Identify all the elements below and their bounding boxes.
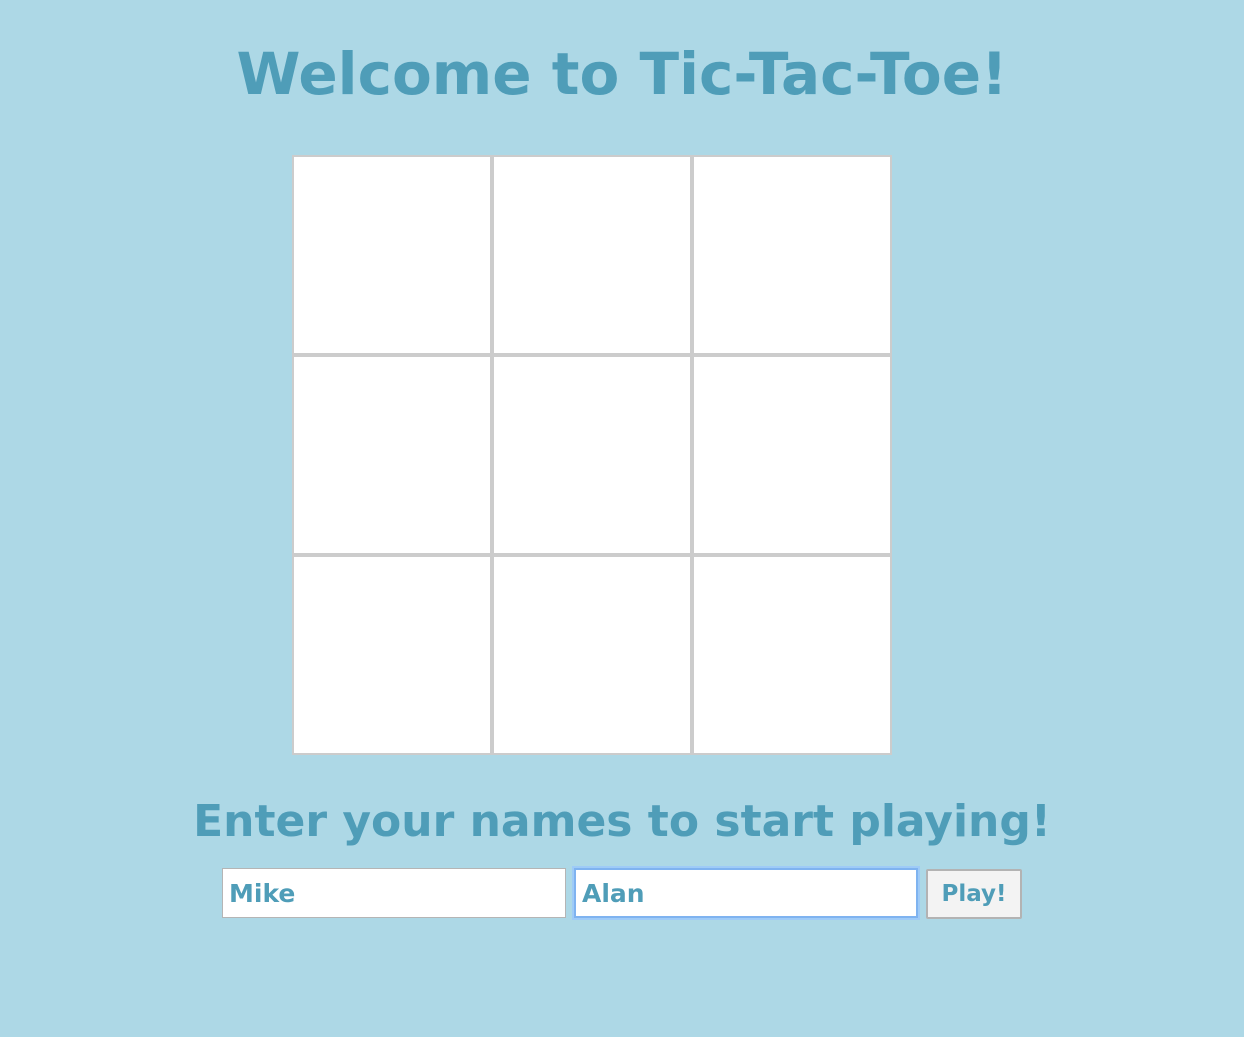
board-cell-4[interactable]: [292, 355, 492, 555]
board-cell-7[interactable]: [292, 555, 492, 755]
board-cell-5[interactable]: [492, 355, 692, 555]
start-prompt: Enter your names to start playing!: [193, 796, 1051, 847]
player2-name-input[interactable]: [574, 868, 918, 918]
board-cell-9[interactable]: [692, 555, 892, 755]
board-cell-3[interactable]: [692, 155, 892, 355]
player1-name-input[interactable]: [222, 868, 566, 918]
board-cell-1[interactable]: [292, 155, 492, 355]
page-title: Welcome to Tic-Tac-Toe!: [236, 40, 1008, 108]
play-button[interactable]: Play!: [926, 869, 1022, 919]
board-cell-6[interactable]: [692, 355, 892, 555]
board-cell-2[interactable]: [492, 155, 692, 355]
game-page: Welcome to Tic-Tac-Toe! Enter your names…: [0, 0, 1244, 1037]
tic-tac-toe-board: [292, 155, 892, 755]
board-cell-8[interactable]: [492, 555, 692, 755]
